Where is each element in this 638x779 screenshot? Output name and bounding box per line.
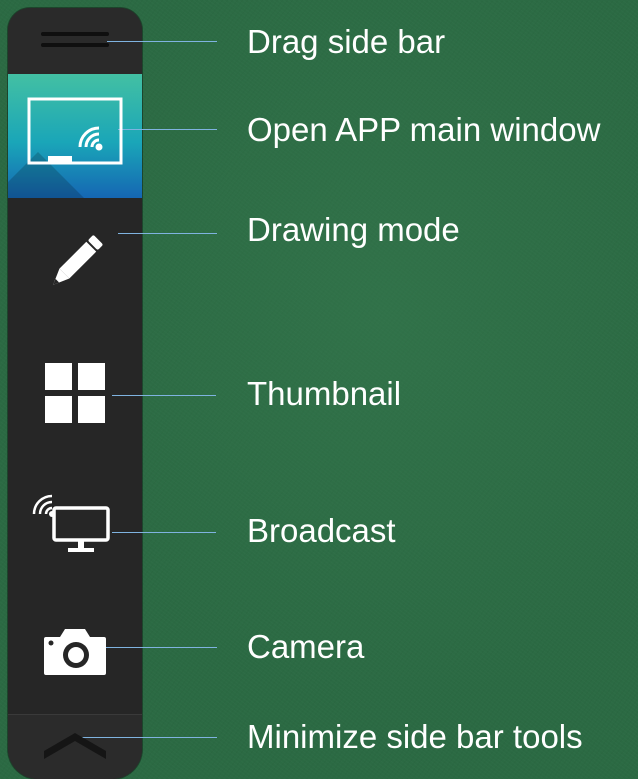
whiteboard-cast-icon [27, 97, 123, 165]
connector-line [100, 647, 217, 648]
broadcast-monitor-icon [32, 494, 110, 552]
label-drawing-mode: Drawing mode [247, 211, 460, 248]
connector-line [112, 395, 216, 396]
minimize-button[interactable] [8, 714, 142, 779]
label-camera: Camera [247, 628, 365, 665]
chevron-up-icon [44, 732, 106, 759]
side-bar [8, 8, 142, 779]
broadcast-button[interactable] [8, 458, 142, 588]
pencil-icon [53, 235, 103, 285]
thumbnail-button[interactable] [8, 328, 142, 458]
connector-line [118, 129, 217, 130]
camera-button[interactable] [8, 588, 142, 714]
label-drag-side-bar: Drag side bar [247, 23, 446, 60]
open-app-button[interactable] [8, 74, 142, 198]
label-broadcast: Broadcast [247, 512, 396, 549]
connector-line [118, 233, 217, 234]
camera-icon [44, 629, 106, 675]
grid-icon [45, 363, 105, 423]
label-minimize-side-bar-tools: Minimize side bar tools [247, 718, 583, 755]
drawing-mode-button[interactable] [8, 198, 142, 328]
label-thumbnail: Thumbnail [247, 375, 402, 412]
drag-handle-icon [41, 32, 109, 47]
connector-line [107, 41, 217, 42]
label-open-app-main-window: Open APP main window [247, 111, 601, 148]
connector-line [112, 532, 216, 533]
